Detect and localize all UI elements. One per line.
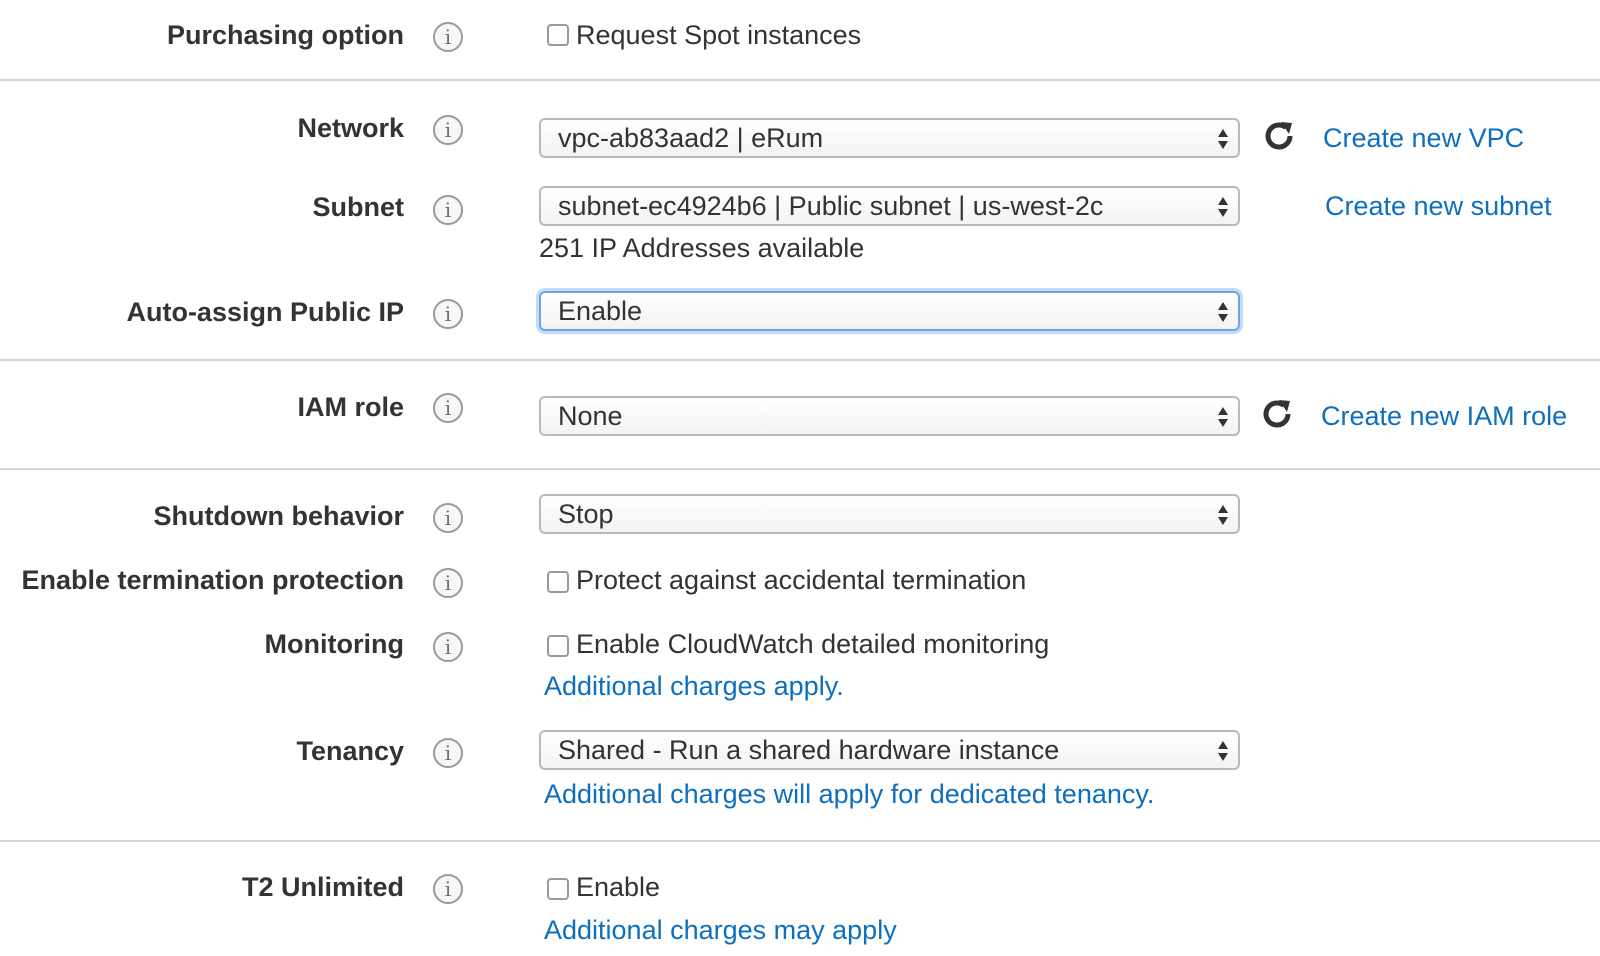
request-spot-checkbox[interactable] — [547, 24, 569, 46]
tenancy-select[interactable]: Shared - Run a shared hardware instance — [539, 730, 1240, 770]
purchasing-option-label: Purchasing option — [166, 20, 404, 50]
purchasing-info-icon[interactable]: i — [433, 22, 463, 52]
auto-assign-ip-label: Auto-assign Public IP — [126, 297, 404, 327]
shutdown-behavior-label: Shutdown behavior — [153, 501, 404, 531]
termination-info-icon[interactable]: i — [433, 568, 463, 598]
t2-info-icon[interactable]: i — [433, 874, 463, 904]
subnet-info-icon[interactable]: i — [433, 195, 463, 225]
t2-unlimited-text: Enable — [576, 872, 661, 902]
tenancy-label: Tenancy — [296, 736, 404, 766]
cloudwatch-monitoring-text: Enable CloudWatch detailed monitoring — [576, 629, 1050, 659]
iam-role-select[interactable]: None — [539, 396, 1240, 436]
subnet-select-value: subnet-ec4924b6 | Public subnet | us-wes… — [558, 191, 1104, 221]
network-label: Network — [297, 113, 404, 143]
monitoring-label: Monitoring — [264, 629, 404, 659]
auto-ip-info-icon[interactable]: i — [433, 299, 463, 329]
section-divider — [0, 840, 1600, 842]
select-arrows-icon — [1218, 129, 1228, 149]
create-subnet-link[interactable]: Create new subnet — [1325, 188, 1552, 224]
section-divider — [0, 79, 1600, 81]
select-arrows-icon — [1218, 407, 1228, 427]
iam-select-value: None — [558, 401, 623, 431]
cloudwatch-monitoring-checkbox[interactable] — [547, 635, 569, 657]
termination-protection-checkbox[interactable] — [547, 571, 569, 593]
subnet-label: Subnet — [312, 192, 405, 222]
shutdown-select-value: Stop — [558, 499, 614, 529]
subnet-select[interactable]: subnet-ec4924b6 | Public subnet | us-wes… — [539, 186, 1240, 226]
shutdown-behavior-select[interactable]: Stop — [539, 494, 1240, 534]
select-arrows-icon — [1218, 197, 1228, 217]
iam-role-label: IAM role — [297, 392, 404, 422]
monitoring-charges-link[interactable]: Additional charges apply. — [544, 668, 844, 704]
tenancy-info-icon[interactable]: i — [433, 738, 463, 768]
t2-unlimited-checkbox[interactable] — [547, 878, 569, 900]
create-iam-role-link[interactable]: Create new IAM role — [1321, 398, 1567, 434]
auto-assign-ip-select[interactable]: Enable — [539, 291, 1240, 331]
network-select-value: vpc-ab83aad2 | eRum — [558, 123, 824, 153]
ip-available-text: 251 IP Addresses available — [539, 233, 865, 263]
section-divider — [0, 359, 1600, 361]
iam-info-icon[interactable]: i — [433, 393, 463, 423]
termination-protection-label: Enable termination protection — [21, 565, 404, 595]
select-arrows-icon — [1218, 741, 1228, 761]
network-select[interactable]: vpc-ab83aad2 | eRum — [539, 118, 1240, 158]
select-arrows-icon — [1218, 302, 1228, 322]
t2-charges-link[interactable]: Additional charges may apply — [544, 912, 897, 948]
shutdown-info-icon[interactable]: i — [433, 503, 463, 533]
termination-protection-text: Protect against accidental termination — [576, 565, 1027, 595]
auto-ip-select-value: Enable — [558, 296, 643, 326]
refresh-vpc-icon[interactable] — [1260, 117, 1298, 155]
select-arrows-icon — [1218, 505, 1228, 525]
request-spot-label: Request Spot instances — [576, 20, 862, 50]
t2-unlimited-label: T2 Unlimited — [241, 872, 404, 902]
tenancy-select-value: Shared - Run a shared hardware instance — [558, 735, 1060, 765]
network-info-icon[interactable]: i — [433, 115, 463, 145]
refresh-iam-icon[interactable] — [1258, 395, 1296, 433]
create-vpc-link[interactable]: Create new VPC — [1323, 120, 1524, 156]
tenancy-charges-link[interactable]: Additional charges will apply for dedica… — [544, 776, 1154, 812]
section-divider — [0, 468, 1600, 470]
monitoring-info-icon[interactable]: i — [433, 632, 463, 662]
